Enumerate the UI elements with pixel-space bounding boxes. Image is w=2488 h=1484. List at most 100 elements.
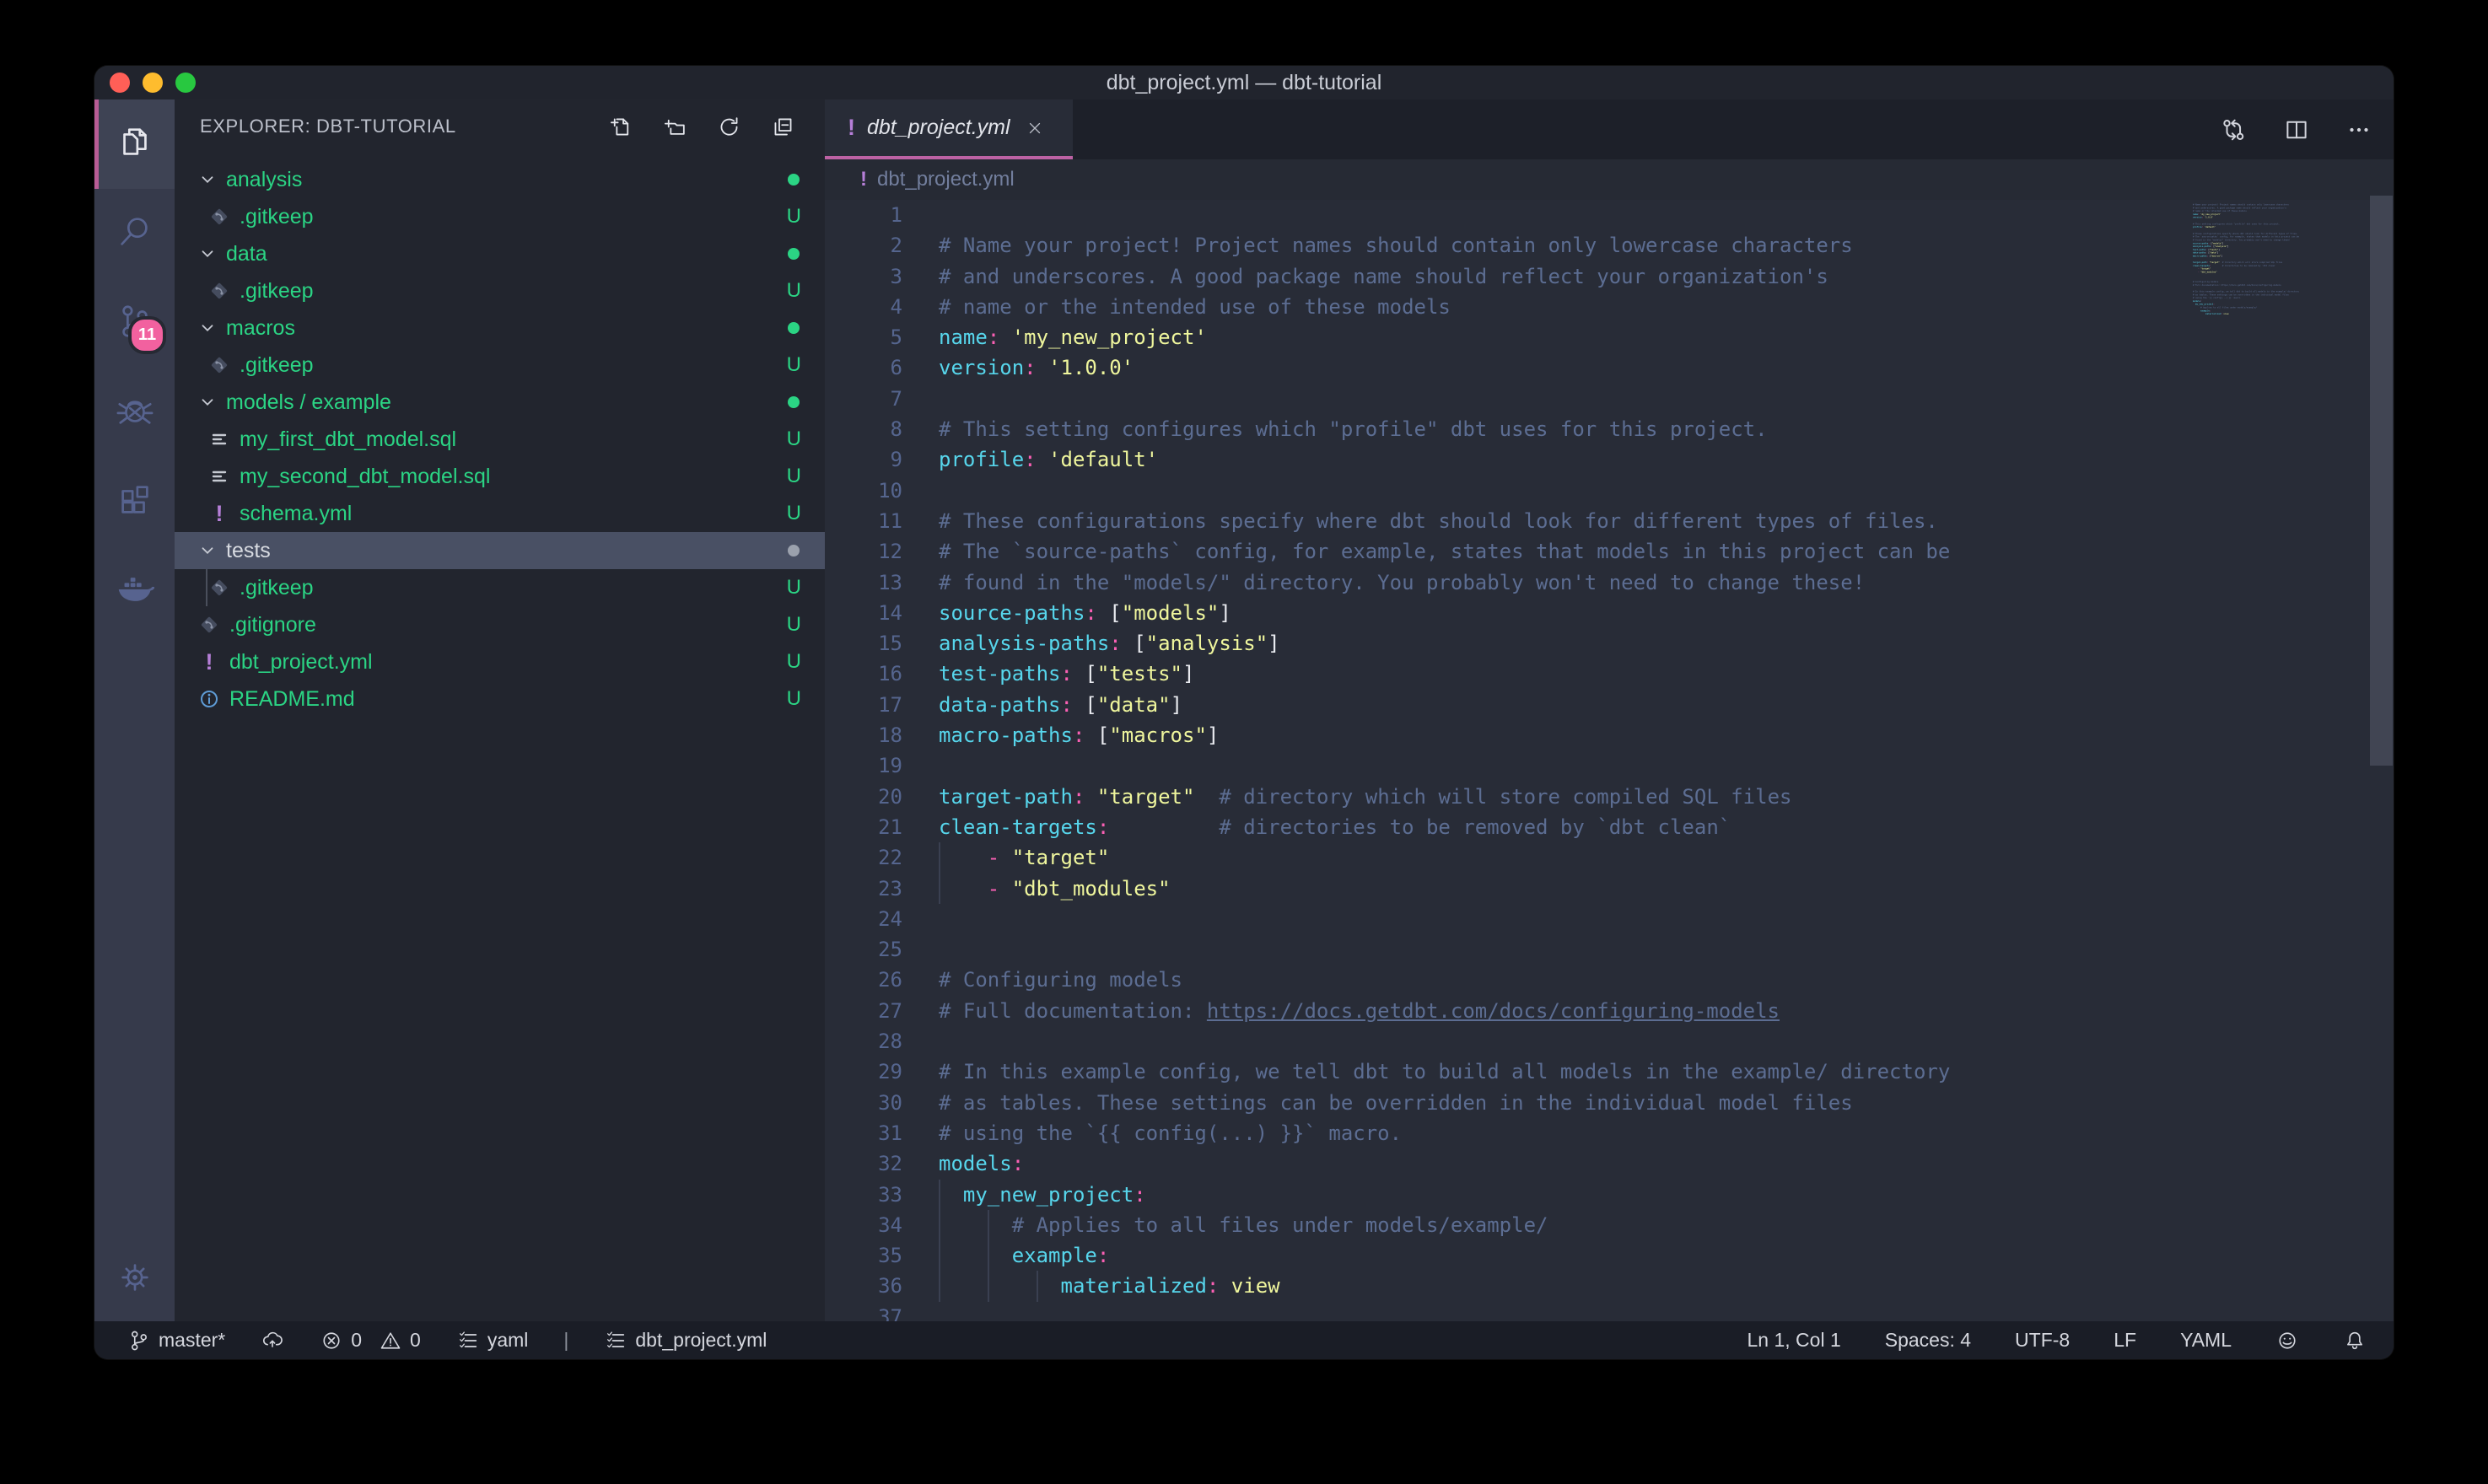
tree-item--gitkeep[interactable]: .gitkeepU [175, 347, 825, 384]
line-number: 9 [825, 444, 902, 475]
status-indentation[interactable]: Spaces: 4 [1885, 1329, 1971, 1352]
status-problems-errors[interactable]: 0 [320, 1329, 362, 1352]
tree-item-my-second-dbt-model-sql[interactable]: my_second_dbt_model.sqlU [175, 458, 825, 495]
docker-whale-icon [116, 570, 154, 613]
status-problems-warnings[interactable]: 0 [379, 1329, 421, 1352]
code-line[interactable]: 6version: '1.0.0' [825, 352, 2394, 383]
status-feedback[interactable] [2275, 1329, 2299, 1352]
tree-item-schema-yml[interactable]: !schema.ymlU [175, 495, 825, 532]
code-line[interactable]: 18macro-paths: ["macros"] [825, 720, 2394, 750]
status-linter-yaml[interactable]: yaml [456, 1329, 529, 1352]
tree-item-my-first-dbt-model-sql[interactable]: my_first_dbt_model.sqlU [175, 421, 825, 458]
breadcrumb[interactable]: ! dbt_project.yml [825, 159, 2394, 200]
tree-item-analysis[interactable]: analysis [175, 161, 825, 198]
more-actions-button[interactable] [2345, 116, 2373, 144]
tree-item-dbt-project-yml[interactable]: !dbt_project.ymlU [175, 643, 825, 680]
status-eol[interactable]: LF [2114, 1329, 2136, 1352]
code-line[interactable]: 4# name or the intended use of these mod… [825, 292, 2394, 322]
tree-item-models-example[interactable]: models / example [175, 384, 825, 421]
code-line[interactable]: 5name: 'my_new_project' [825, 322, 2394, 352]
bell-icon [2343, 1329, 2367, 1352]
smiley-icon [2275, 1329, 2299, 1352]
code-editor[interactable]: 12# Name your project! Project names sho… [825, 200, 2394, 1321]
code-line[interactable]: 31# using the `{{ config(...) }}` macro. [825, 1118, 2394, 1148]
new-folder-button[interactable] [662, 114, 688, 140]
code-line[interactable]: 28 [825, 1026, 2394, 1057]
code-line[interactable]: 26# Configuring models [825, 965, 2394, 995]
code-line[interactable]: 17data-paths: ["data"] [825, 690, 2394, 720]
refresh-explorer-button[interactable] [716, 114, 742, 140]
code-line[interactable]: 35 example: [825, 1240, 2394, 1271]
code-line[interactable]: 21clean-targets: # directories to be rem… [825, 812, 2394, 842]
line-number: 10 [825, 476, 902, 506]
activity-item-explorer[interactable] [94, 99, 175, 189]
new-file-button[interactable] [608, 114, 634, 140]
code-line[interactable]: 15analysis-paths: ["analysis"] [825, 628, 2394, 659]
activity-item-docker[interactable] [94, 546, 175, 636]
compare-changes-button[interactable] [2220, 116, 2248, 144]
code-line[interactable]: 11# These configurations specify where d… [825, 506, 2394, 536]
code-line[interactable]: 16test-paths: ["tests"] [825, 659, 2394, 689]
status-git-branch-status[interactable]: master* [127, 1329, 225, 1352]
split-editor-button[interactable] [2282, 116, 2311, 144]
tree-item--gitkeep[interactable]: .gitkeepU [175, 569, 825, 606]
activity-item-debug[interactable] [94, 368, 175, 457]
code-line[interactable]: 25 [825, 934, 2394, 965]
tree-item--gitkeep[interactable]: .gitkeepU [175, 272, 825, 309]
code-line[interactable]: 10 [825, 476, 2394, 506]
line-number: 18 [825, 720, 902, 750]
code-line[interactable]: 29# In this example config, we tell dbt … [825, 1057, 2394, 1087]
tree-item-data[interactable]: data [175, 235, 825, 272]
code-line[interactable]: 36 materialized: view [825, 1271, 2394, 1301]
status-cursor-position[interactable]: Ln 1, Col 1 [1748, 1329, 1841, 1352]
git-untracked-badge: U [787, 205, 801, 229]
minimap[interactable]: # Name your project! Project names shoul… [2193, 200, 2341, 554]
line-number: 17 [825, 690, 902, 720]
line-number: 35 [825, 1240, 902, 1271]
code-line[interactable]: 23 - "dbt_modules" [825, 874, 2394, 904]
tab-dbt-project-yml[interactable]: ! dbt_project.yml [825, 99, 1073, 159]
code-line[interactable]: 33 my_new_project: [825, 1180, 2394, 1210]
status-notifications[interactable] [2343, 1329, 2367, 1352]
tree-item--gitignore[interactable]: .gitignoreU [175, 606, 825, 643]
activity-item-search[interactable] [94, 189, 175, 278]
code-line[interactable]: 20target-path: "target" # directory whic… [825, 782, 2394, 812]
code-line[interactable]: 37 [825, 1302, 2394, 1321]
code-line[interactable]: 22 - "target" [825, 842, 2394, 873]
status-active-file[interactable]: dbt_project.yml [604, 1329, 767, 1352]
tree-item-macros[interactable]: macros [175, 309, 825, 347]
code-line[interactable]: 19 [825, 750, 2394, 781]
activity-item-source-control[interactable]: 11 [94, 278, 175, 368]
code-line[interactable]: 14source-paths: ["models"] [825, 598, 2394, 628]
tree-item-readme-md[interactable]: README.mdU [175, 680, 825, 718]
warning-triangle-icon [379, 1329, 402, 1352]
code-text: name: 'my_new_project' [939, 322, 1207, 352]
status-language-mode[interactable]: YAML [2180, 1329, 2232, 1352]
code-line[interactable]: 24 [825, 904, 2394, 934]
line-number: 22 [825, 842, 902, 873]
code-line[interactable]: 8# This setting configures which "profil… [825, 414, 2394, 444]
code-text: profile: 'default' [939, 444, 1158, 475]
activity-item-extensions[interactable] [94, 457, 175, 546]
code-line[interactable]: 3# and underscores. A good package name … [825, 261, 2394, 292]
status-encoding[interactable]: UTF-8 [2015, 1329, 2070, 1352]
collapse-folders-button[interactable] [770, 114, 796, 140]
code-line[interactable]: 13# found in the "models/" directory. Yo… [825, 567, 2394, 598]
tree-item-label: macros [226, 316, 295, 341]
code-line[interactable]: 1 [825, 200, 2394, 230]
code-line[interactable]: 32models: [825, 1148, 2394, 1179]
editor-scrollbar[interactable] [2370, 196, 2393, 766]
tree-item--gitkeep[interactable]: .gitkeepU [175, 198, 825, 235]
code-line[interactable]: 12# The `source-paths` config, for examp… [825, 536, 2394, 567]
close-tab-icon[interactable] [1026, 119, 1044, 137]
code-line[interactable]: 7 [825, 384, 2394, 414]
code-line[interactable]: 9 profile: 'default' [825, 444, 2394, 475]
code-line[interactable]: 34 # Applies to all files under models/e… [825, 1210, 2394, 1240]
tree-item-tests[interactable]: tests [175, 532, 825, 569]
code-line[interactable]: 2# Name your project! Project names shou… [825, 230, 2394, 261]
settings-button[interactable] [94, 1258, 175, 1301]
code-text: # and underscores. A good package name s… [939, 261, 1828, 292]
code-line[interactable]: 27# Full documentation: https://docs.get… [825, 996, 2394, 1026]
code-line[interactable]: 30# as tables. These settings can be ove… [825, 1088, 2394, 1118]
status-publish-changes[interactable] [261, 1329, 284, 1352]
